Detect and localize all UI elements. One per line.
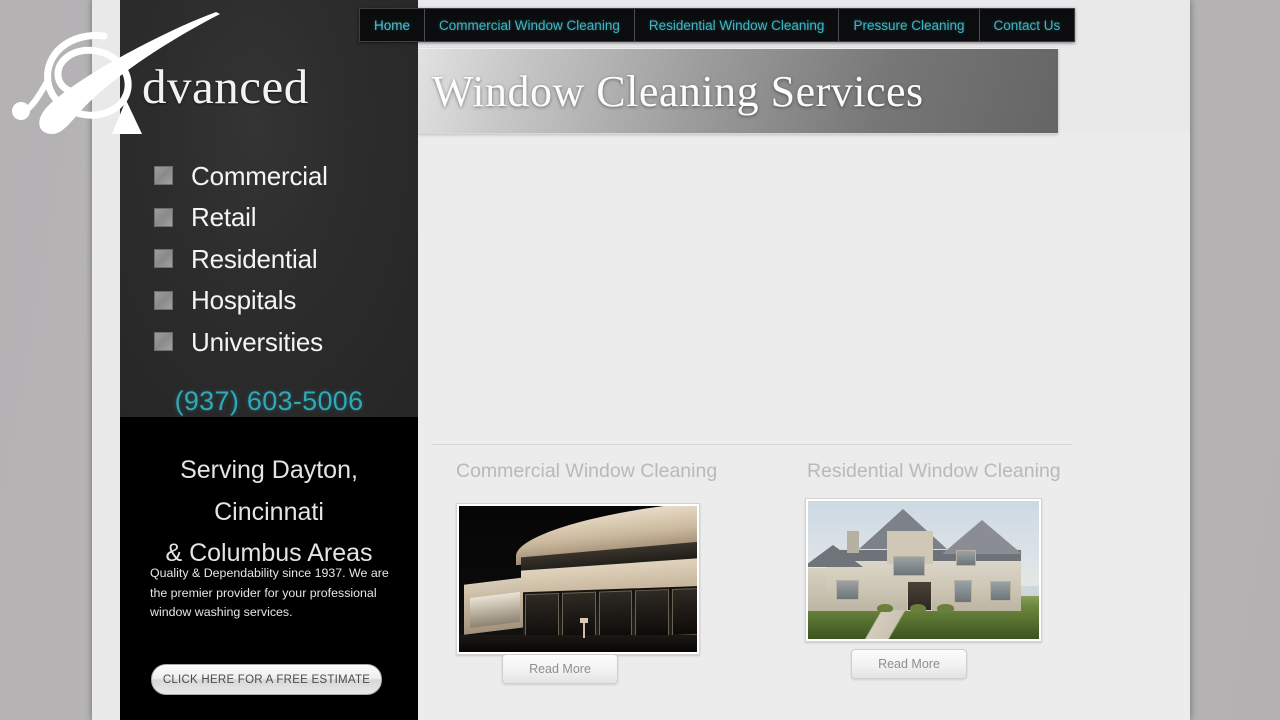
square-bullet-icon [154,249,173,269]
sidebar-item-label: Hospitals [191,285,297,316]
read-more-label: Read More [529,662,591,676]
phone-number[interactable]: (937) 603-5006 [120,386,418,417]
site-title-banner: Window Cleaning Services [418,48,1058,134]
card-image-frame [456,502,700,655]
nav-item-home[interactable]: Home [360,9,426,41]
read-more-button-commercial[interactable]: Read More [502,654,618,684]
sidebar-item-commercial[interactable]: Commercial [154,155,404,197]
square-bullet-icon [154,290,173,310]
commercial-building-night-photo [459,505,697,652]
sidebar-item-label: Universities [191,326,323,357]
company-blurb: Quality & Dependability since 1937. We a… [150,566,389,619]
sidebar-item-label: Retail [191,202,257,233]
service-area-line-1: Serving Dayton, Cincinnati [180,456,358,526]
main-content-pane: Commercial Window Cleaning Read More Res… [418,132,1190,720]
square-bullet-icon [154,207,173,227]
service-cards-row: Commercial Window Cleaning Read More Res… [440,460,1080,684]
square-bullet-icon [154,166,173,186]
nav-item-residential-window-cleaning[interactable]: Residential Window Cleaning [635,9,840,41]
content-divider [432,444,1072,445]
sidebar-item-residential[interactable]: Residential [154,238,404,280]
suburban-house-photo [808,500,1039,639]
card-image-frame [805,497,1042,642]
nav-item-contact-us[interactable]: Contact Us [980,9,1075,41]
card-residential-window-cleaning[interactable]: Residential Window Cleaning Read More [760,460,1080,679]
sidebar: Commercial Retail Residential Hospitals … [120,0,418,720]
free-estimate-button[interactable]: CLICK HERE FOR A FREE ESTIMATE [151,664,382,695]
sidebar-item-universities[interactable]: Universities [154,321,404,363]
nav-item-pressure-cleaning[interactable]: Pressure Cleaning [839,9,980,41]
free-estimate-label: CLICK HERE FOR A FREE ESTIMATE [162,673,371,686]
sidebar-item-label: Residential [191,243,318,274]
read-more-label: Read More [878,657,940,671]
sidebar-item-label: Commercial [191,160,328,191]
square-bullet-icon [154,332,173,352]
page-title: Window Cleaning Services [432,66,924,116]
nav-item-commercial-window-cleaning[interactable]: Commercial Window Cleaning [425,9,635,41]
page-root: Commercial Window Cleaning Read More Res… [0,0,1280,720]
card-commercial-window-cleaning[interactable]: Commercial Window Cleaning Read More [440,460,760,684]
sidebar-item-hospitals[interactable]: Hospitals [154,280,404,322]
card-title: Residential Window Cleaning [807,460,1061,482]
sidebar-item-retail[interactable]: Retail [154,197,404,239]
top-navigation-bar: Home Commercial Window Cleaning Resident… [359,8,1076,42]
card-title: Commercial Window Cleaning [456,460,718,482]
sidebar-service-list: Commercial Retail Residential Hospitals … [154,155,404,363]
read-more-button-residential[interactable]: Read More [851,649,967,679]
service-area-heading: Serving Dayton, Cincinnati & Columbus Ar… [134,450,404,575]
